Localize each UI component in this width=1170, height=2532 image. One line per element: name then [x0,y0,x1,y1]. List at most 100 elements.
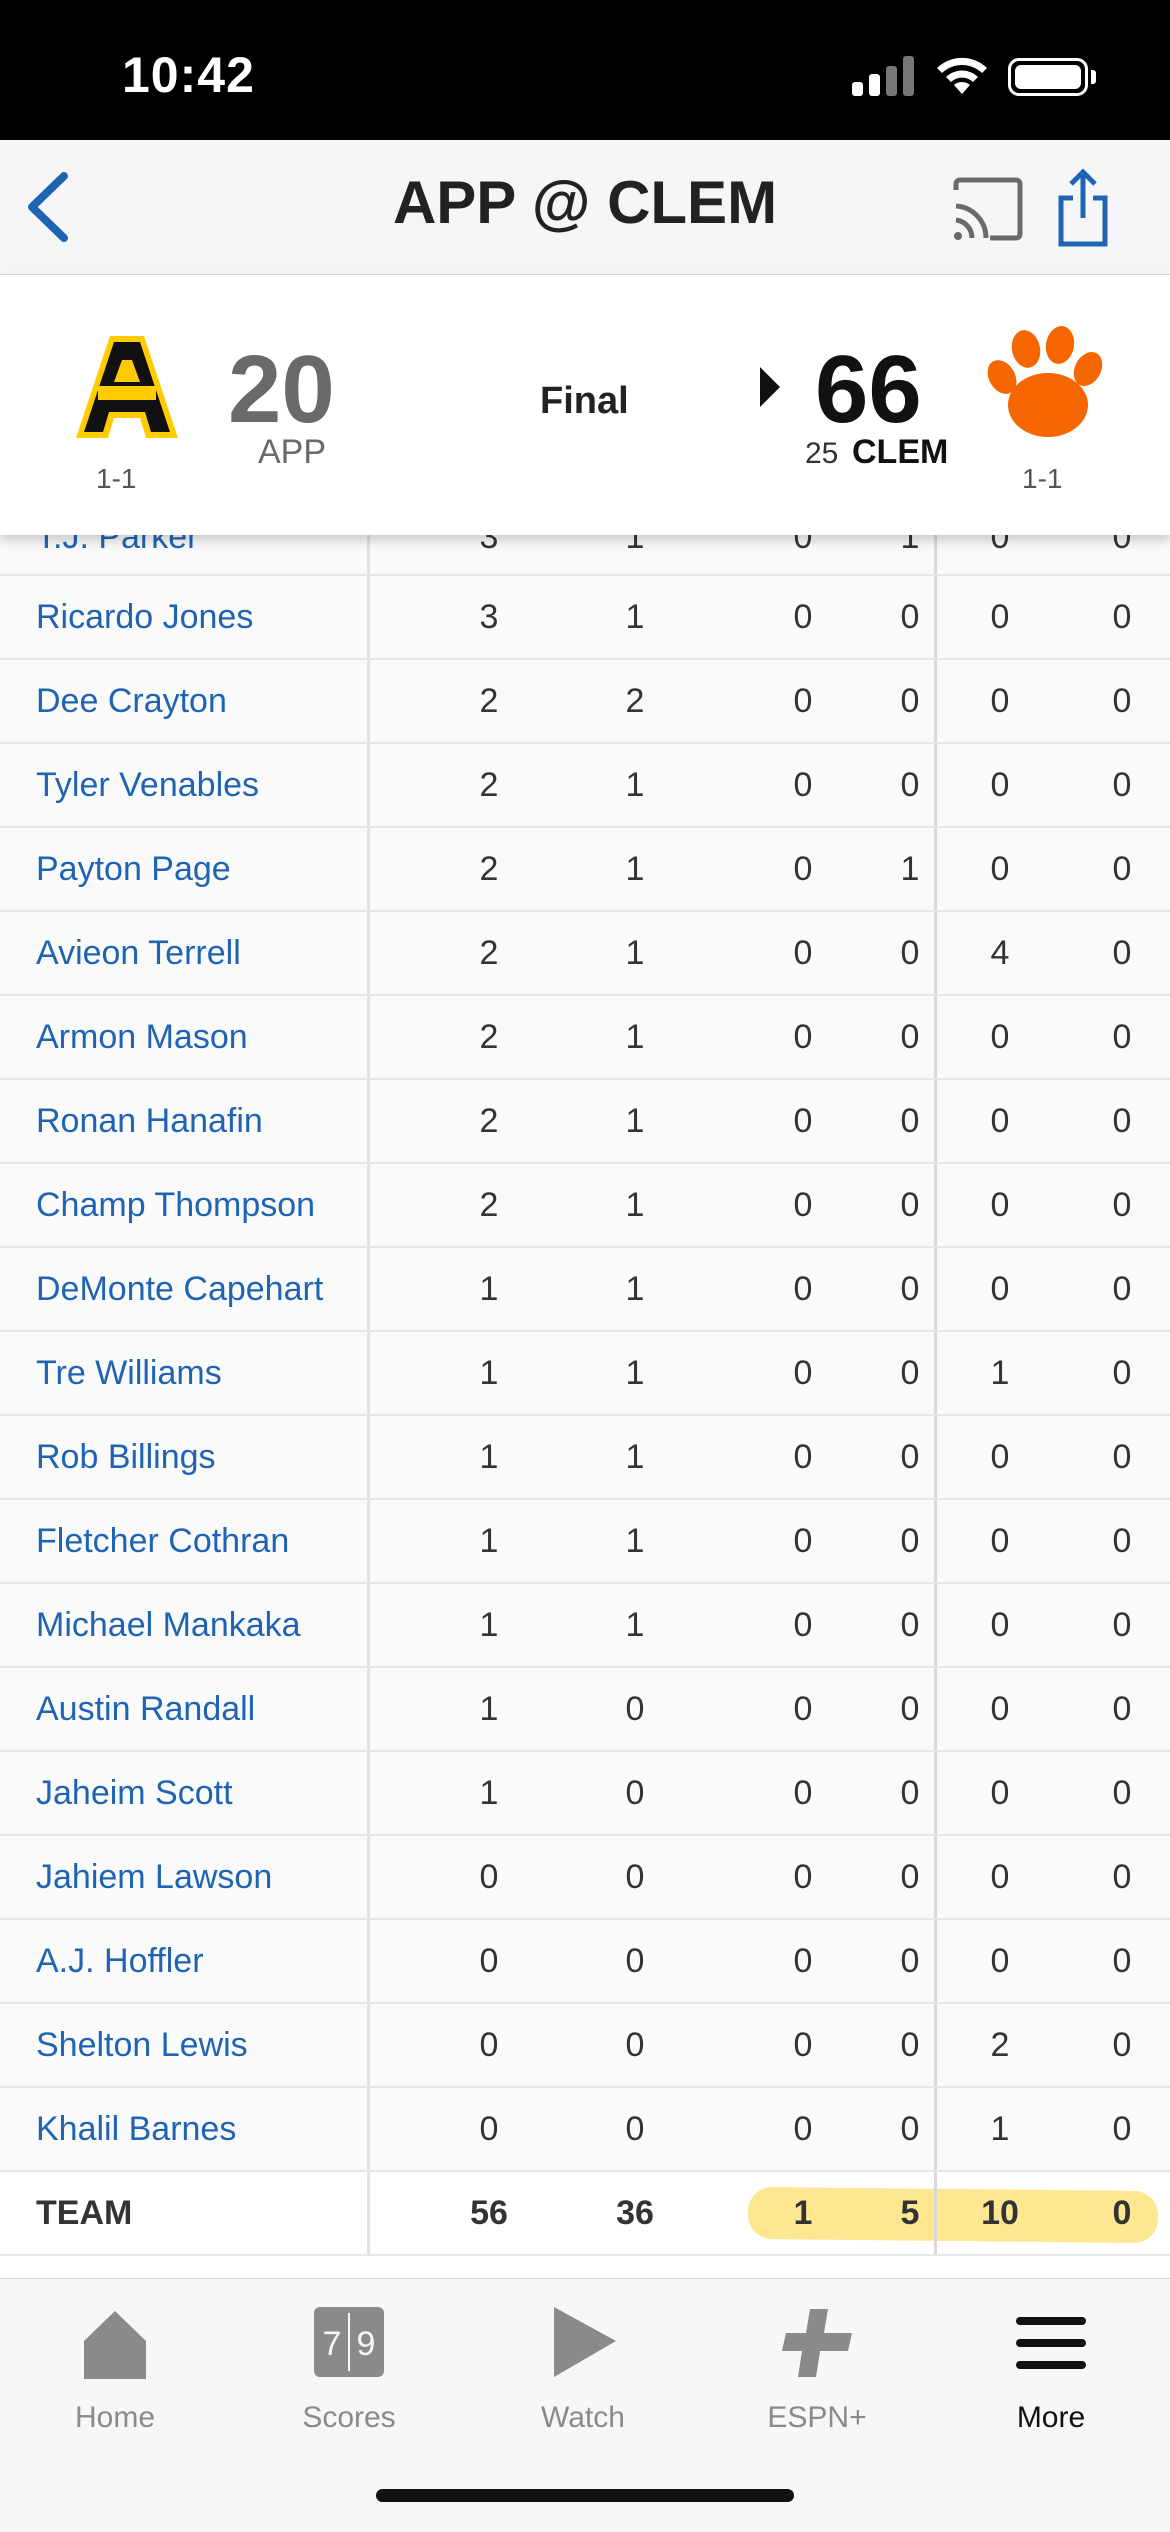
player-name-link[interactable]: Armon Mason [36,996,248,1078]
winner-indicator-icon [760,367,780,407]
table-row[interactable]: Ronan Hanafin 2 1 0 0 0 0 [0,1080,1170,1164]
stat-cell: 0 [625,1857,645,1896]
stat-cell: 1 [479,1437,499,1476]
stat-cell: 0 [900,1773,920,1812]
table-row[interactable]: DeMonte Capehart 1 1 0 0 0 0 [0,1248,1170,1332]
player-name-link[interactable]: A.J. Hoffler [36,1920,204,2002]
stat-cell: 1 [479,1689,499,1728]
stat-cell: 0 [990,535,1010,556]
table-row[interactable]: Shelton Lewis 0 0 0 0 2 0 [0,2004,1170,2088]
home-indicator[interactable] [376,2489,794,2502]
stat-cell: 1 [625,597,645,636]
table-row[interactable]: Dee Crayton 2 2 0 0 0 0 [0,660,1170,744]
table-row[interactable]: Fletcher Cothran 1 1 0 0 0 0 [0,1500,1170,1584]
stat-cell: 0 [1112,2025,1132,2064]
column-divider [367,1752,370,1834]
cast-icon[interactable] [950,176,1026,242]
player-name-link[interactable]: Ricardo Jones [36,576,253,658]
stat-cell: 0 [793,1689,813,1728]
status-time: 10:42 [122,47,255,103]
column-divider [367,1668,370,1750]
stat-cell: 1 [625,1353,645,1392]
stat-cell: 1 [479,1353,499,1392]
stat-cell: 0 [1112,1101,1132,1140]
player-name-link[interactable]: Austin Randall [36,1668,255,1750]
stat-cell: 0 [990,1017,1010,1056]
table-row[interactable]: Payton Page 2 1 0 1 0 0 [0,828,1170,912]
player-name-link[interactable]: Champ Thompson [36,1164,315,1246]
home-team-abbr: CLEM [852,433,949,471]
team-total-row[interactable]: TEAM 56 36 1 5 10 0 [0,2172,1170,2256]
player-name-link[interactable]: Jaheim Scott [36,1752,233,1834]
table-row[interactable]: A.J. Hoffler 0 0 0 0 0 0 [0,1920,1170,2004]
stat-cell: 2 [479,933,499,972]
stat-cell: 0 [793,1773,813,1812]
player-name-link[interactable]: Tyler Venables [36,744,259,826]
stat-cell: 0 [990,849,1010,888]
appalachian-state-logo [76,336,178,438]
stat-cell: 1 [479,1521,499,1560]
stat-cell: 0 [900,1185,920,1224]
player-name-link[interactable]: T.J. Parker [36,535,198,574]
stat-cell: 1 [625,933,645,972]
tab-espn-plus[interactable]: ESPN+ [742,2303,892,2453]
stat-cell: 0 [900,1941,920,1980]
player-name-link[interactable]: Jahiem Lawson [36,1836,272,1918]
table-row[interactable]: Michael Mankaka 1 1 0 0 0 0 [0,1584,1170,1668]
column-divider [367,2088,370,2170]
stat-cell: 2 [625,681,645,720]
column-divider [367,1500,370,1582]
column-divider [367,1248,370,1330]
table-row[interactable]: Armon Mason 2 1 0 0 0 0 [0,996,1170,1080]
stat-cell: 0 [990,765,1010,804]
table-row[interactable]: Jaheim Scott 1 0 0 0 0 0 [0,1752,1170,1836]
player-name-link[interactable]: Dee Crayton [36,660,227,742]
column-divider [367,576,370,658]
stat-cell: 0 [1112,1605,1132,1644]
table-row[interactable]: T.J. Parker 3 1 0 1 0 0 [0,535,1170,576]
tab-home[interactable]: Home [40,2303,190,2453]
table-row[interactable]: Ricardo Jones 3 1 0 0 0 0 [0,576,1170,660]
scoreboard-icon: 7 9 [314,2307,384,2377]
table-row[interactable]: Austin Randall 1 0 0 0 0 0 [0,1668,1170,1752]
table-row[interactable]: Tyler Venables 2 1 0 0 0 0 [0,744,1170,828]
player-name-link[interactable]: Ronan Hanafin [36,1080,263,1162]
player-name-link[interactable]: Tre Williams [36,1332,222,1414]
navigation-bar: APP @ CLEM [0,140,1170,275]
stat-cell: 0 [900,1017,920,1056]
home-team-rank: 25 [805,437,839,470]
stat-cell: 0 [990,597,1010,636]
table-row[interactable]: Tre Williams 1 1 0 0 1 0 [0,1332,1170,1416]
team-total-label: TEAM [36,2193,133,2232]
player-name-link[interactable]: Avieon Terrell [36,912,241,994]
share-icon[interactable] [1055,168,1111,248]
player-name-link[interactable]: Michael Mankaka [36,1584,301,1666]
player-name-link[interactable]: Rob Billings [36,1416,216,1498]
stat-cell: 0 [479,2025,499,2064]
table-row[interactable]: Avieon Terrell 2 1 0 0 4 0 [0,912,1170,996]
player-name-link[interactable]: Fletcher Cothran [36,1500,289,1582]
stat-cell: 0 [900,2025,920,2064]
table-row[interactable]: Khalil Barnes 0 0 0 0 1 0 [0,2088,1170,2172]
player-name-link[interactable]: Khalil Barnes [36,2088,236,2170]
stat-cell: 0 [1112,765,1132,804]
player-name-link[interactable]: DeMonte Capehart [36,1248,323,1330]
player-name-link[interactable]: Shelton Lewis [36,2004,248,2086]
tab-more[interactable]: More [976,2303,1126,2453]
column-divider [367,1836,370,1918]
stat-cell: 1 [990,2109,1010,2148]
stat-cell: 1 [625,1185,645,1224]
game-scoreboard[interactable]: 20 APP 1-1 Final 66 25 CLEM 1-1 [0,275,1170,535]
tab-watch[interactable]: Watch [508,2303,658,2453]
table-row[interactable]: Jahiem Lawson 0 0 0 0 0 0 [0,1836,1170,1920]
stat-cell: 0 [793,597,813,636]
player-name-link[interactable]: Payton Page [36,828,231,910]
tab-scores[interactable]: 7 9 Scores [274,2303,424,2453]
table-row[interactable]: Rob Billings 1 1 0 0 0 0 [0,1416,1170,1500]
stat-cell: 2 [479,765,499,804]
stat-cell: 0 [625,2109,645,2148]
stat-cell: 0 [793,849,813,888]
table-row[interactable]: Champ Thompson 2 1 0 0 0 0 [0,1164,1170,1248]
stat-cell: 2 [479,1101,499,1140]
stat-cell: 36 [616,2193,654,2232]
